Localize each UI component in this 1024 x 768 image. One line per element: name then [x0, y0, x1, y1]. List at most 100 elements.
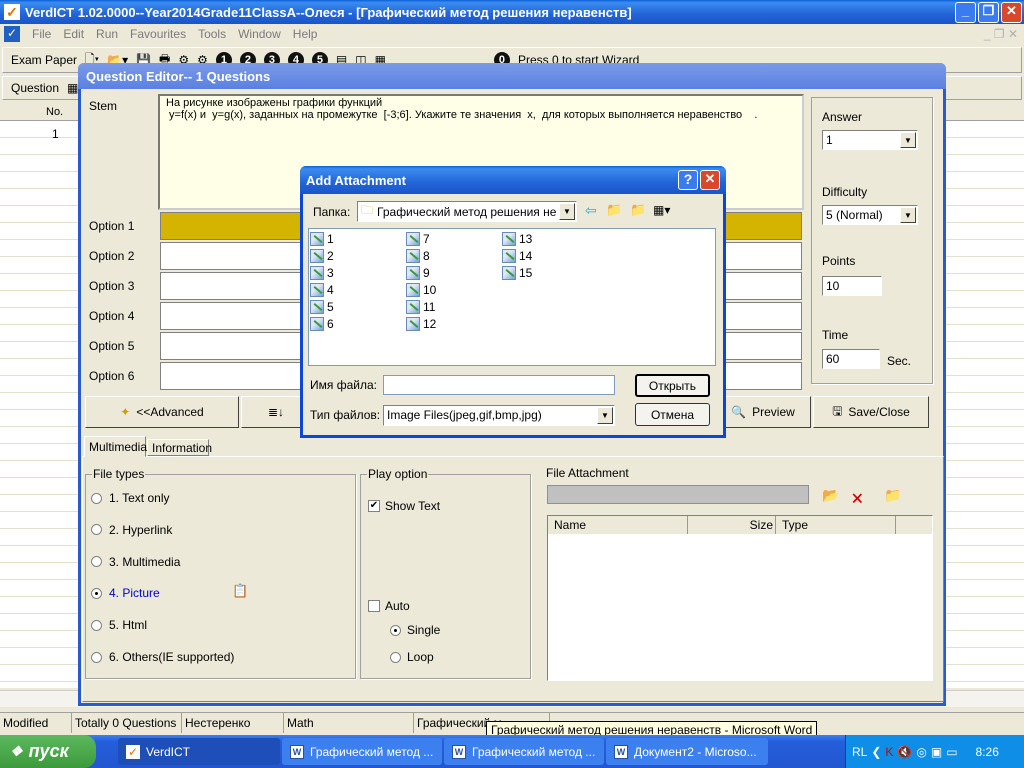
- advanced-icon: ✦: [120, 405, 131, 419]
- grid-icon[interactable]: ▦: [67, 81, 78, 95]
- minimize-button[interactable]: _: [955, 1, 976, 23]
- status-modified: Modified: [0, 713, 72, 733]
- file-item[interactable]: 15: [502, 264, 532, 281]
- points-input[interactable]: 10: [822, 276, 882, 296]
- volume-icon[interactable]: 🔇: [897, 745, 912, 759]
- antivirus-icon[interactable]: K: [885, 745, 893, 759]
- preview-button[interactable]: 🔍 Preview: [715, 396, 811, 428]
- show-hidden-icon[interactable]: ❮: [871, 745, 881, 759]
- difficulty-select[interactable]: 5 (Normal) ▼: [822, 205, 918, 225]
- attachment-list[interactable]: Name Size Type: [547, 515, 933, 681]
- file-item[interactable]: 1: [310, 230, 334, 247]
- image-file-icon: [502, 248, 516, 263]
- menu-help[interactable]: Help: [293, 27, 318, 41]
- clipboard-icon[interactable]: 📋: [232, 583, 248, 599]
- network-icon[interactable]: ◎: [916, 745, 926, 759]
- language-indicator[interactable]: RL: [852, 745, 867, 759]
- file-item[interactable]: 6: [310, 315, 334, 332]
- single-radio[interactable]: Single: [390, 623, 440, 637]
- grid-row-number[interactable]: 1: [52, 127, 59, 141]
- restore-button[interactable]: ❐: [978, 1, 999, 23]
- menu-window[interactable]: Window: [238, 27, 281, 41]
- file-type-radio[interactable]: 4. Picture: [91, 586, 160, 600]
- show-text-checkbox[interactable]: ✔ Show Text: [368, 499, 440, 513]
- advanced-button[interactable]: ✦ <<Advanced: [85, 396, 239, 428]
- new-folder-icon[interactable]: 📁: [630, 202, 646, 218]
- windows-logo-icon: ❖: [10, 743, 23, 759]
- help-button[interactable]: ?: [678, 170, 698, 190]
- menu-run[interactable]: Run: [96, 27, 118, 41]
- file-item[interactable]: 5: [310, 298, 334, 315]
- open-folder-icon[interactable]: 📂: [822, 487, 839, 504]
- file-type-radio[interactable]: 1. Text only: [91, 491, 169, 505]
- view-menu-icon[interactable]: ▦▾: [653, 203, 670, 217]
- image-file-icon: [406, 231, 420, 246]
- file-type-radio[interactable]: 6. Others(IE supported): [91, 650, 234, 664]
- file-type-radio[interactable]: 2. Hyperlink: [91, 523, 172, 537]
- file-type-radio[interactable]: 3. Multimedia: [91, 555, 180, 569]
- start-button[interactable]: ❖ пуск: [0, 735, 96, 768]
- chevron-down-icon[interactable]: ▼: [900, 207, 916, 223]
- dialog-close-button[interactable]: ✕: [700, 170, 720, 190]
- chevron-down-icon[interactable]: ▼: [559, 203, 575, 220]
- chevron-down-icon[interactable]: ▼: [597, 407, 613, 424]
- filetype-select[interactable]: Image Files(jpeg,gif,bmp,jpg) ▼: [383, 405, 615, 426]
- taskbar: ❖ пуск ✓ VerdICT W Графический метод ... WГ…: [0, 735, 1024, 768]
- answer-label: Answer: [822, 110, 863, 124]
- file-item[interactable]: 12: [406, 315, 436, 332]
- taskbar-item-word-1[interactable]: W Графический метод ...: [282, 738, 442, 765]
- save-close-label: Save/Close: [848, 405, 910, 419]
- taskbar-item-word-2[interactable]: W Графический метод ...: [444, 738, 604, 765]
- tab-multimedia[interactable]: Multimedia: [84, 436, 147, 457]
- column-name[interactable]: Name: [548, 516, 688, 534]
- radio-icon: [91, 587, 102, 599]
- file-item[interactable]: 8: [406, 247, 430, 264]
- filename-input[interactable]: [383, 375, 615, 395]
- sort-icon: ≣↓: [267, 405, 285, 419]
- menu-edit[interactable]: Edit: [63, 27, 84, 41]
- save-close-button[interactable]: 🖫 Save/Close: [813, 396, 929, 428]
- answer-select[interactable]: 1 ▼: [822, 130, 918, 150]
- column-size[interactable]: Size: [688, 516, 776, 534]
- open-button[interactable]: Открыть: [635, 374, 710, 397]
- folder-select[interactable]: 🗀 Графический метод решения нера ▼: [357, 201, 577, 222]
- tray-app-icon[interactable]: ▣: [931, 745, 942, 759]
- question-label: Question: [11, 81, 60, 95]
- file-item[interactable]: 14: [502, 247, 532, 264]
- file-type-label: 4. Picture: [109, 586, 160, 601]
- monitor-icon[interactable]: ▭: [946, 745, 957, 759]
- chevron-down-icon[interactable]: ▼: [900, 132, 916, 148]
- time-input[interactable]: 60: [822, 349, 880, 369]
- answer-value: 1: [826, 133, 833, 147]
- file-item[interactable]: 7: [406, 230, 430, 247]
- close-button[interactable]: ✕: [1001, 1, 1022, 23]
- file-type-radio[interactable]: 5. Html: [91, 618, 147, 632]
- folder-value: Графический метод решения нера: [377, 204, 558, 219]
- taskbar-item-word-3[interactable]: W Документ2 - Microso...: [606, 738, 768, 765]
- tab-information[interactable]: Information: [147, 439, 212, 456]
- file-item[interactable]: 13: [502, 230, 532, 247]
- file-item[interactable]: 4: [310, 281, 334, 298]
- menu-tools[interactable]: Tools: [198, 27, 226, 41]
- cancel-button[interactable]: Отмена: [635, 403, 710, 426]
- image-file-icon: [502, 265, 516, 280]
- back-icon[interactable]: ⇦: [585, 202, 597, 219]
- delete-file-icon[interactable]: 🗙: [852, 487, 863, 511]
- up-folder-icon[interactable]: 📁: [606, 202, 622, 218]
- column-type[interactable]: Type: [776, 516, 896, 534]
- file-item[interactable]: 2: [310, 247, 334, 264]
- file-name: 2: [327, 248, 334, 263]
- file-item[interactable]: 10: [406, 281, 436, 298]
- file-item[interactable]: 11: [406, 298, 435, 315]
- word-icon: W: [290, 744, 304, 759]
- mdi-controls[interactable]: _ ❐ ✕: [984, 27, 1024, 41]
- option-label: Option 6: [89, 369, 135, 383]
- menu-file[interactable]: File: [32, 27, 51, 41]
- auto-checkbox[interactable]: Auto: [368, 599, 410, 613]
- menu-favourites[interactable]: Favourites: [130, 27, 186, 41]
- file-item[interactable]: 9: [406, 264, 430, 281]
- file-item[interactable]: 3: [310, 264, 334, 281]
- loop-radio[interactable]: Loop: [390, 650, 434, 664]
- export-folder-icon[interactable]: 📁: [884, 487, 901, 504]
- taskbar-item-verdict[interactable]: ✓ VerdICT: [118, 738, 280, 765]
